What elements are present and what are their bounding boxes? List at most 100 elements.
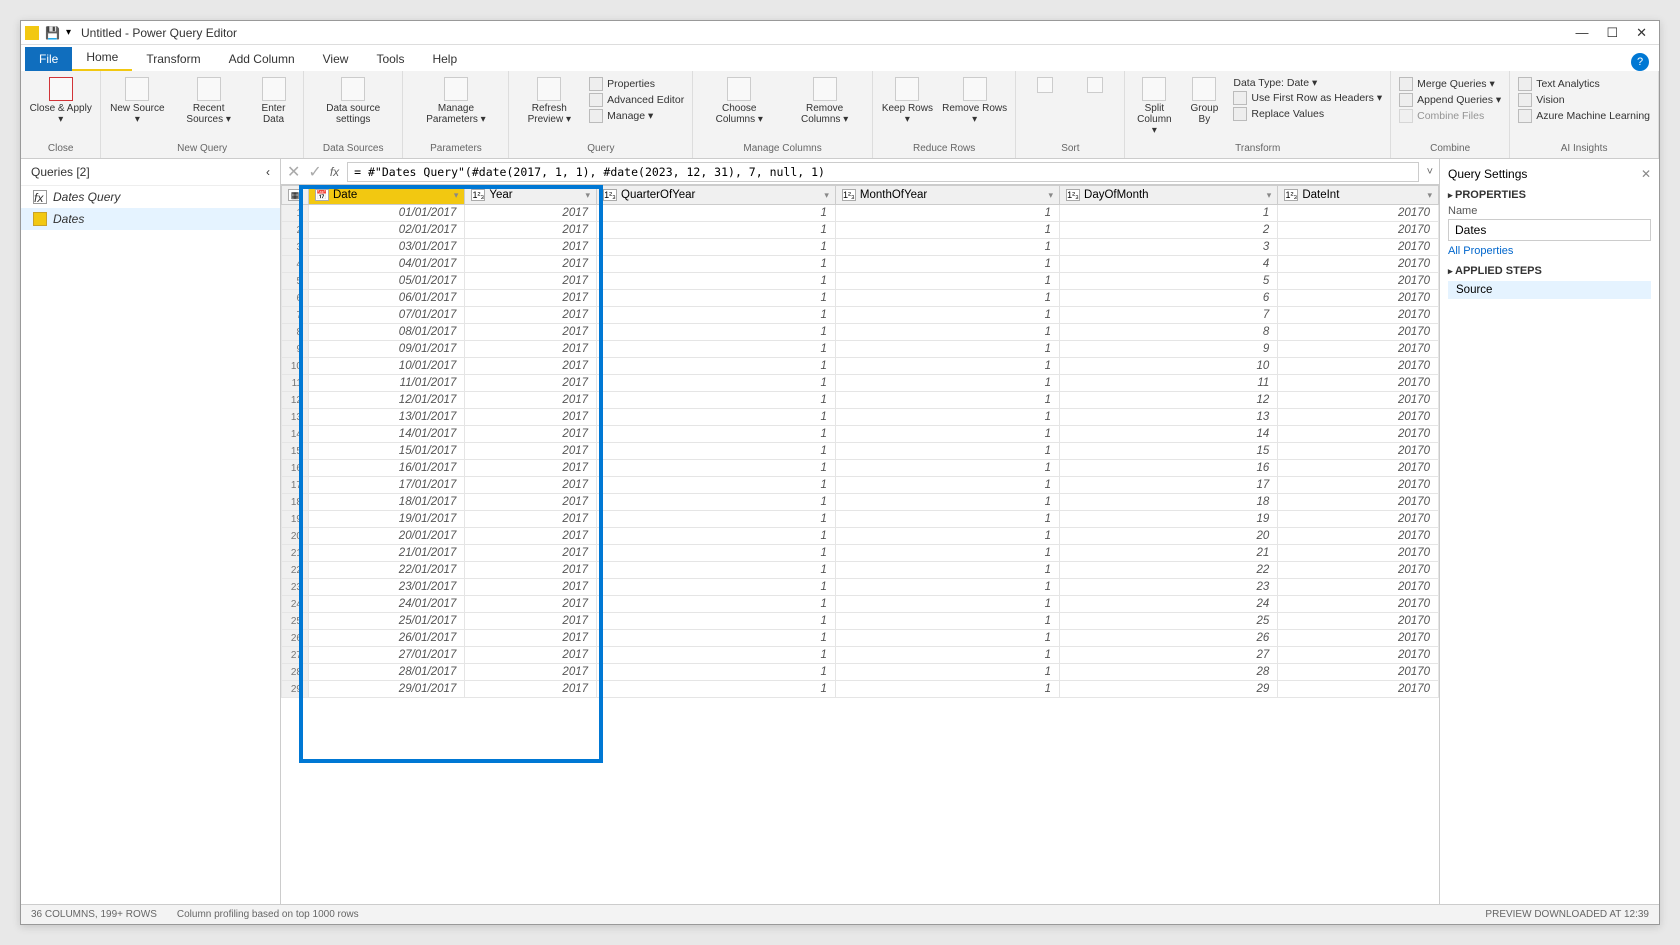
table-row[interactable]: 101/01/2017201711120170 (282, 205, 1439, 222)
table-row[interactable]: 1616/01/20172017111620170 (282, 460, 1439, 477)
keep-rows-button[interactable]: Keep Rows ▾ (881, 77, 934, 125)
table-row[interactable]: 2727/01/20172017112720170 (282, 647, 1439, 664)
replace-values-button[interactable]: Replace Values (1233, 107, 1382, 121)
filter-dropdown-icon[interactable]: ▾ (1427, 190, 1432, 201)
cancel-formula-icon[interactable]: ✕ (287, 162, 300, 182)
tab-transform[interactable]: Transform (132, 47, 214, 71)
close-window-button[interactable]: ✕ (1636, 25, 1647, 41)
recent-sources-button[interactable]: Recent Sources ▾ (173, 77, 244, 125)
datatype-icon: 1²₃ (1066, 189, 1080, 201)
column-header-quarterofyear[interactable]: 1²₃QuarterOfYear▾ (597, 186, 836, 205)
filter-dropdown-icon[interactable]: ▾ (585, 190, 590, 201)
sort-asc-button[interactable] (1024, 77, 1066, 95)
tab-home[interactable]: Home (72, 45, 132, 71)
text-analytics-button[interactable]: Text Analytics (1518, 77, 1650, 91)
menubar: File Home Transform Add Column View Tool… (21, 45, 1659, 71)
manage-parameters-button[interactable]: Manage Parameters ▾ (411, 77, 500, 125)
table-row[interactable]: 2222/01/20172017112220170 (282, 562, 1439, 579)
advanced-editor-button[interactable]: Advanced Editor (589, 93, 684, 107)
properties-button[interactable]: Properties (589, 77, 684, 91)
data-grid-wrapper[interactable]: ▦ 📅Date▾1²₃Year▾1²₃QuarterOfYear▾1²₃Month… (281, 185, 1439, 904)
save-icon[interactable]: 💾 (45, 26, 60, 40)
minimize-button[interactable]: — (1575, 25, 1588, 41)
column-header-year[interactable]: 1²₃Year▾ (465, 186, 597, 205)
azure-ml-button[interactable]: Azure Machine Learning (1518, 109, 1650, 123)
all-properties-link[interactable]: All Properties (1448, 245, 1651, 257)
append-queries-button[interactable]: Append Queries ▾ (1399, 93, 1501, 107)
first-row-headers-button[interactable]: Use First Row as Headers ▾ (1233, 91, 1382, 105)
table-row[interactable]: 2929/01/20172017112920170 (282, 681, 1439, 698)
filter-dropdown-icon[interactable]: ▾ (1048, 190, 1053, 201)
filter-dropdown-icon[interactable]: ▾ (824, 190, 829, 201)
enter-data-button[interactable]: Enter Data (252, 77, 295, 125)
table-row[interactable]: 909/01/2017201711920170 (282, 341, 1439, 358)
column-header-date[interactable]: 📅Date▾ (309, 186, 465, 205)
table-row[interactable]: 1111/01/20172017111120170 (282, 375, 1439, 392)
table-row[interactable]: 2020/01/20172017112020170 (282, 528, 1439, 545)
table-row[interactable]: 404/01/2017201711420170 (282, 256, 1439, 273)
ribbon: Close & Apply ▾ Close New Source ▾ Recen… (21, 71, 1659, 159)
table-row[interactable]: 2525/01/20172017112520170 (282, 613, 1439, 630)
tab-help[interactable]: Help (418, 47, 471, 71)
table-row[interactable]: 1919/01/20172017111920170 (282, 511, 1439, 528)
combine-files-button[interactable]: Combine Files (1399, 109, 1501, 123)
sort-desc-button[interactable] (1074, 77, 1116, 95)
table-row[interactable]: 2626/01/20172017112620170 (282, 630, 1439, 647)
data-type-dropdown[interactable]: Data Type: Date ▾ (1233, 77, 1382, 89)
ribbon-group-parameters: Parameters (411, 141, 500, 156)
table-row[interactable]: 303/01/2017201711320170 (282, 239, 1439, 256)
filter-dropdown-icon[interactable]: ▾ (454, 190, 459, 201)
table-row[interactable]: 1717/01/20172017111720170 (282, 477, 1439, 494)
step-source[interactable]: Source (1448, 281, 1651, 299)
table-row[interactable]: 2424/01/20172017112420170 (282, 596, 1439, 613)
app-logo-icon (25, 26, 39, 40)
choose-columns-button[interactable]: Choose Columns ▾ (701, 77, 777, 125)
table-row[interactable]: 2828/01/20172017112820170 (282, 664, 1439, 681)
table-row[interactable]: 1414/01/20172017111420170 (282, 426, 1439, 443)
group-by-button[interactable]: Group By (1183, 77, 1225, 125)
table-row[interactable]: 1818/01/20172017111820170 (282, 494, 1439, 511)
ribbon-group-transform: Transform (1133, 141, 1382, 156)
table-row[interactable]: 606/01/2017201711620170 (282, 290, 1439, 307)
remove-columns-button[interactable]: Remove Columns ▾ (785, 77, 864, 125)
split-column-button[interactable]: Split Column ▾ (1133, 77, 1175, 136)
filter-dropdown-icon[interactable]: ▾ (1267, 190, 1272, 201)
close-settings-icon[interactable]: ✕ (1641, 167, 1651, 181)
vision-button[interactable]: Vision (1518, 93, 1650, 107)
table-row[interactable]: 1212/01/20172017111220170 (282, 392, 1439, 409)
remove-rows-button[interactable]: Remove Rows ▾ (942, 77, 1007, 125)
query-item-dates-query[interactable]: fx Dates Query (21, 186, 280, 208)
close-apply-button[interactable]: Close & Apply ▾ (29, 77, 92, 125)
maximize-button[interactable]: ☐ (1606, 25, 1618, 41)
data-source-settings-button[interactable]: Data source settings (312, 77, 395, 125)
table-row[interactable]: 1010/01/20172017111020170 (282, 358, 1439, 375)
column-header-dayofmonth[interactable]: 1²₃DayOfMonth▾ (1060, 186, 1278, 205)
table-row[interactable]: 1313/01/20172017111320170 (282, 409, 1439, 426)
formula-input[interactable] (347, 162, 1418, 182)
table-icon: ▦ (288, 189, 302, 201)
commit-formula-icon[interactable]: ✓ (308, 162, 321, 182)
column-header-dateint[interactable]: 1²₃DateInt▾ (1278, 186, 1439, 205)
tab-view[interactable]: View (309, 47, 363, 71)
refresh-preview-button[interactable]: Refresh Preview ▾ (517, 77, 581, 125)
column-header-monthofyear[interactable]: 1²₃MonthOfYear▾ (835, 186, 1059, 205)
new-source-button[interactable]: New Source ▾ (109, 77, 165, 125)
tab-add-column[interactable]: Add Column (215, 47, 309, 71)
expand-formula-icon[interactable]: ˅ (1427, 166, 1433, 178)
table-row[interactable]: 505/01/2017201711520170 (282, 273, 1439, 290)
table-row[interactable]: 808/01/2017201711820170 (282, 324, 1439, 341)
table-row[interactable]: 707/01/2017201711720170 (282, 307, 1439, 324)
table-row[interactable]: 1515/01/20172017111520170 (282, 443, 1439, 460)
table-row[interactable]: 202/01/2017201711220170 (282, 222, 1439, 239)
table-row[interactable]: 2323/01/20172017112320170 (282, 579, 1439, 596)
help-icon[interactable]: ? (1631, 53, 1649, 71)
query-item-dates[interactable]: Dates (21, 208, 280, 230)
collapse-queries-icon[interactable]: ‹ (266, 165, 270, 179)
merge-queries-button[interactable]: Merge Queries ▾ (1399, 77, 1501, 91)
table-row[interactable]: 2121/01/20172017112120170 (282, 545, 1439, 562)
query-name-input[interactable] (1448, 219, 1651, 241)
qat-dropdown-icon[interactable]: ▾ (66, 27, 71, 38)
tab-file[interactable]: File (25, 47, 72, 71)
tab-tools[interactable]: Tools (362, 47, 418, 71)
manage-query-button[interactable]: Manage ▾ (589, 109, 684, 123)
